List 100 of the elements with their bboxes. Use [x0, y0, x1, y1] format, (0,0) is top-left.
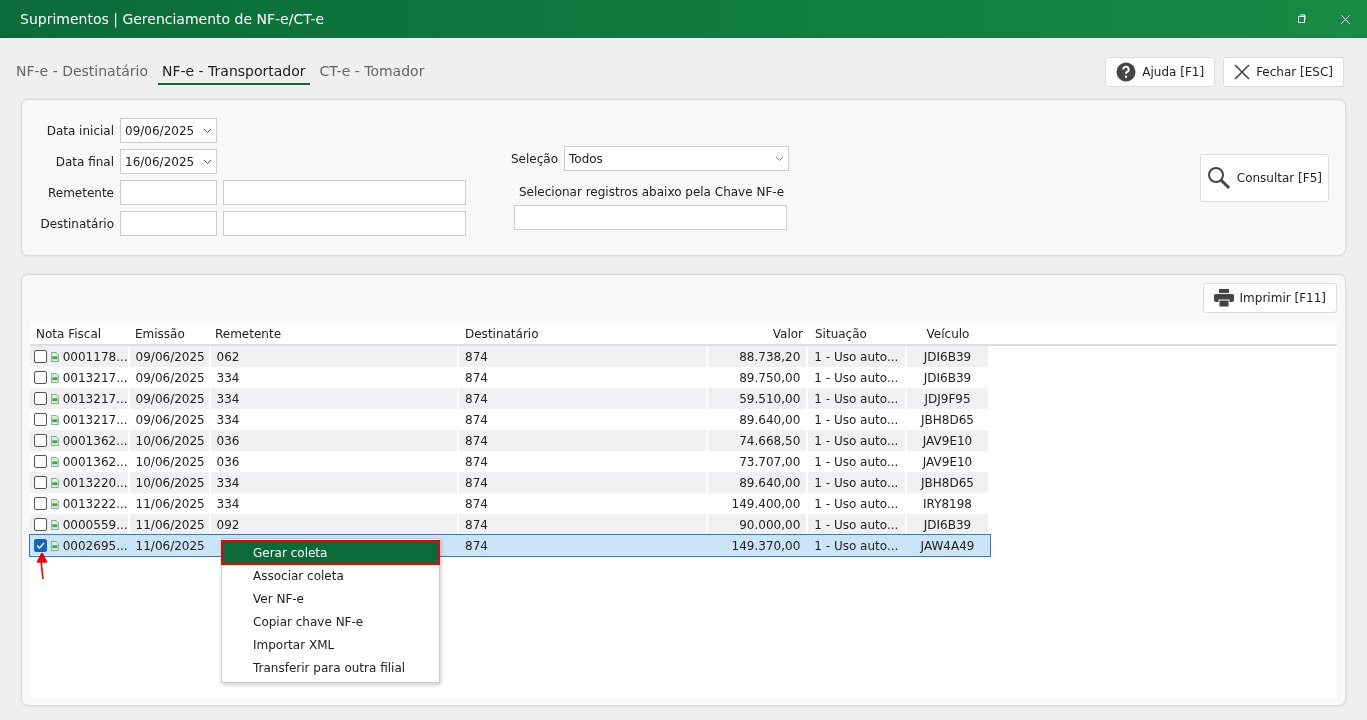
menu-item[interactable]: Transferir para outra filial	[222, 656, 439, 679]
menu-item[interactable]: Copiar chave NF-e	[222, 610, 439, 633]
checkbox[interactable]	[34, 476, 47, 489]
chevron-down-icon	[203, 127, 212, 134]
table-cell-text: 0013217...	[61, 390, 128, 408]
search-button[interactable]: Consultar [F5]	[1199, 154, 1329, 202]
checkbox[interactable]	[34, 413, 47, 426]
restore-icon	[1296, 14, 1306, 24]
tab[interactable]: NF-e - Transportador	[157, 59, 310, 85]
input-field[interactable]	[223, 211, 466, 236]
table-row[interactable]: 0001178... 09/06/2025 062 874 88.738,20 1 - Uso auto... JDI6B39	[30, 346, 990, 367]
date-picker[interactable]: 09/06/2025	[120, 118, 217, 143]
table-cell: 334	[210, 388, 458, 409]
dropdown[interactable]: Todos	[564, 146, 789, 171]
checkbox[interactable]	[34, 434, 47, 447]
table-cell: 09/06/2025	[129, 346, 209, 367]
table-cell: JAV9E10	[907, 430, 988, 451]
table-cell: 036	[210, 430, 458, 451]
checkbox[interactable]	[34, 518, 47, 531]
chevron-down-icon	[203, 158, 212, 165]
menu-item[interactable]: Associar coleta	[222, 564, 439, 587]
help-icon	[1116, 62, 1137, 82]
menu-item[interactable]: Gerar coleta	[222, 541, 439, 564]
column-header[interactable]: Remetente	[209, 326, 459, 341]
checkbox[interactable]	[34, 539, 47, 552]
input-field[interactable]	[514, 205, 787, 230]
table-cell-text: 149.370,00	[730, 537, 802, 555]
table-row[interactable]: 0001362... 10/06/2025 036 874 73.707,00 1 - Uso auto... JAV9E10	[30, 451, 990, 472]
checkbox[interactable]	[34, 497, 47, 510]
xml-file-icon	[51, 349, 59, 364]
table-cell-text: 874	[464, 537, 489, 555]
table-cell: 874	[459, 430, 706, 451]
table-row[interactable]: 0013222... 11/06/2025 334 874 149.400,00 1 - Uso auto... IRY8198	[30, 493, 990, 514]
xml-file-icon	[51, 391, 59, 406]
field-label: Data final	[54, 154, 114, 169]
table-row[interactable]: 0013217... 09/06/2025 334 874 89.750,00 1 - Uso auto... JDI6B39	[30, 367, 990, 388]
search-icon	[1206, 166, 1231, 190]
table-cell: 874	[459, 346, 706, 367]
arrow-annotation	[37, 553, 47, 579]
column-header[interactable]: Destinatário	[459, 326, 709, 341]
table-cell: 334	[210, 472, 458, 493]
printer-icon	[1213, 289, 1234, 307]
xml-file-icon	[51, 433, 59, 448]
tab[interactable]: CT-e - Tomador	[315, 59, 429, 85]
table-cell-text: 11/06/2025	[134, 537, 206, 555]
input-field[interactable]	[120, 180, 217, 205]
table-row[interactable]: 0000559... 11/06/2025 092 874 90.000,00 1 - Uso auto... JDI6B39	[30, 514, 990, 535]
checkbox[interactable]	[34, 455, 47, 468]
table-cell: 1 - Uso auto...	[808, 346, 906, 367]
table-row[interactable]: 0013217... 09/06/2025 334 874 89.640,00 1 - Uso auto... JBH8D65	[30, 409, 990, 430]
field-label: Seleção	[511, 151, 558, 166]
table-cell-text: 1 - Uso auto...	[813, 537, 900, 555]
checkbox[interactable]	[34, 371, 47, 384]
table-row[interactable]: 0013220... 10/06/2025 334 874 89.640,00 1 - Uso auto... JBH8D65	[30, 472, 990, 493]
xml-file-icon	[51, 412, 59, 427]
table-cell: 1 - Uso auto...	[808, 472, 906, 493]
table-cell: 10/06/2025	[129, 430, 209, 451]
table-row[interactable]: 0013217... 09/06/2025 334 874 59.510,00 1 - Uso auto... JDJ9F95	[30, 388, 990, 409]
table-cell: 1 - Uso auto...	[808, 514, 906, 535]
close-window-button[interactable]: Fechar [ESC]	[1223, 57, 1344, 87]
table-cell-text: 0001362...	[61, 453, 128, 471]
input-field[interactable]	[120, 211, 217, 236]
table-cell: 1 - Uso auto...	[808, 430, 906, 451]
table-cell: 874	[459, 388, 706, 409]
menu-item[interactable]: Ver NF-e	[222, 587, 439, 610]
column-header[interactable]: Veículo	[907, 326, 989, 341]
xml-file-icon	[51, 454, 59, 469]
date-picker[interactable]: 16/06/2025	[120, 149, 217, 174]
table-cell-text: 0013217...	[61, 369, 128, 387]
column-header[interactable]: Valor	[709, 326, 809, 341]
table-cell: 09/06/2025	[129, 388, 209, 409]
table-cell: 11/06/2025	[129, 514, 209, 535]
field-label: Selecionar registros abaixo pela Chave NF-e	[519, 185, 784, 199]
close-icon	[1234, 64, 1251, 80]
column-header[interactable]: Emissão	[129, 326, 209, 341]
table-cell: JDJ9F95	[907, 388, 988, 409]
table-cell: 90.000,00	[707, 514, 807, 535]
table-cell: 092	[210, 514, 458, 535]
table-cell: JDI6B39	[907, 514, 988, 535]
table-cell-text: 0001362...	[61, 432, 128, 450]
table-cell: 874	[459, 514, 706, 535]
table-cell: 10/06/2025	[129, 472, 209, 493]
xml-file-icon	[51, 517, 59, 532]
field-label: Data inicial	[45, 123, 114, 138]
input-field[interactable]	[223, 180, 466, 205]
checkbox[interactable]	[34, 392, 47, 405]
tab[interactable]: NF-e - Destinatário	[12, 59, 152, 85]
table-cell: 062	[210, 346, 458, 367]
field-label: Destinatário	[39, 216, 114, 231]
print-button[interactable]: Imprimir [F11]	[1202, 283, 1337, 313]
xml-file-icon	[51, 496, 59, 511]
menu-item[interactable]: Importar XML	[222, 633, 439, 656]
window-title: Suprimentos | Gerenciamento de NF-e/CT-e	[20, 11, 326, 27]
table-cell: 874	[459, 472, 706, 493]
close-icon	[1339, 13, 1351, 25]
table-row[interactable]: 0001362... 10/06/2025 036 874 74.668,50 1 - Uso auto... JAV9E10	[30, 430, 990, 451]
column-header[interactable]: Situação	[809, 326, 907, 341]
column-header[interactable]: Nota Fiscal	[30, 326, 129, 341]
checkbox[interactable]	[34, 350, 47, 363]
help-button[interactable]: Ajuda [F1]	[1105, 57, 1216, 87]
